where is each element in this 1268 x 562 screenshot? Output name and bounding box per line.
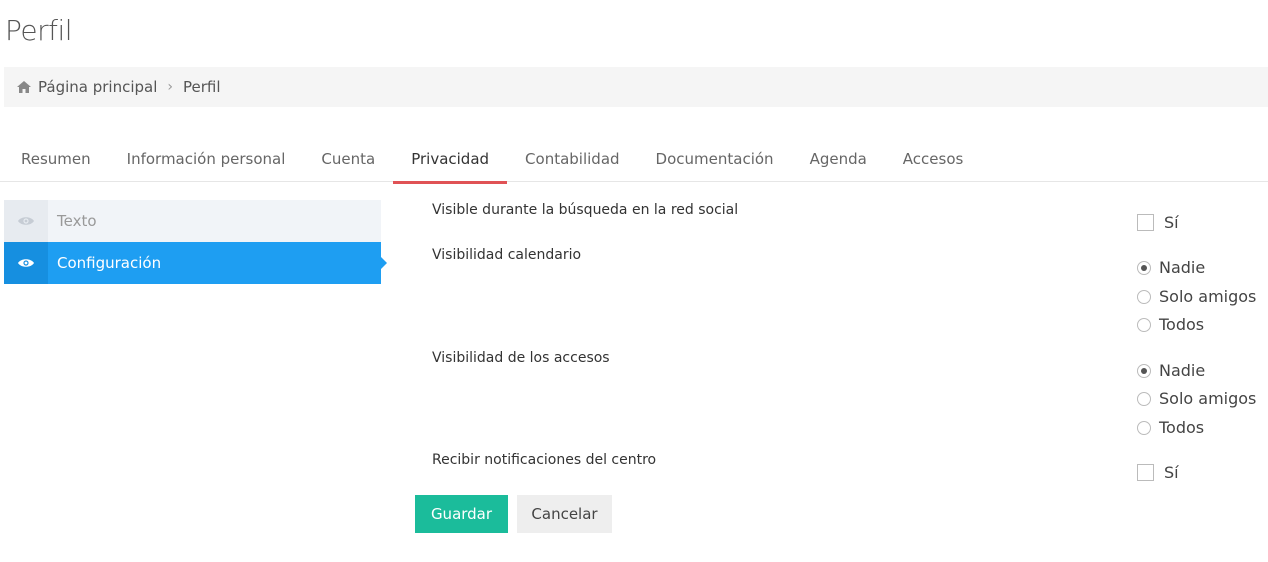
eye-icon [4,242,48,284]
tab-resumen[interactable]: Resumen [0,136,109,182]
chevron-right-icon: › [167,79,173,95]
eye-icon [4,200,48,242]
tab-accesos[interactable]: Accesos [885,136,982,182]
home-icon[interactable] [16,80,32,94]
access-visibility-radio-nadie[interactable]: Nadie [1137,361,1205,380]
sidebar-item-texto[interactable]: Texto [4,200,381,242]
tab-documentacion[interactable]: Documentación [638,136,792,182]
access-visibility-radio-solo-amigos[interactable]: Solo amigos [1137,389,1256,408]
cancel-button[interactable]: Cancelar [517,495,612,533]
sidebar-item-label: Configuración [57,254,162,272]
breadcrumb: Página principal › Perfil [4,67,1268,107]
profile-tabs: Resumen Información personal Cuenta Priv… [0,136,1268,184]
calendar-visibility-radio-todos[interactable]: Todos [1137,315,1204,334]
save-button[interactable]: Guardar [415,495,508,533]
checkbox-box[interactable] [1137,214,1154,231]
tab-privacidad[interactable]: Privacidad [393,136,507,184]
calendar-visibility-label: Visibilidad calendario [432,247,582,263]
checkbox-box[interactable] [1137,464,1154,481]
radio-button[interactable] [1137,363,1151,378]
calendar-visibility-radio-nadie[interactable]: Nadie [1137,258,1205,277]
page-title: Perfil [5,14,73,47]
radio-button[interactable] [1137,289,1151,304]
access-visibility-radio-todos[interactable]: Todos [1137,418,1204,437]
tab-contabilidad[interactable]: Contabilidad [507,136,638,182]
access-visibility-label: Visibilidad de los accesos [432,350,610,366]
sidebar-item-label: Texto [57,212,97,230]
search-visible-label: Visible durante la búsqueda en la red so… [432,202,739,218]
tab-agenda[interactable]: Agenda [792,136,885,182]
breadcrumb-home-link[interactable]: Página principal [38,78,157,96]
breadcrumb-current: Perfil [183,78,221,96]
radio-button[interactable] [1137,391,1151,406]
tab-cuenta[interactable]: Cuenta [303,136,393,182]
radio-button[interactable] [1137,260,1151,275]
center-notifications-checkbox[interactable]: Sí [1137,463,1179,482]
tab-informacion-personal[interactable]: Información personal [109,136,304,182]
radio-button[interactable] [1137,420,1151,435]
center-notifications-label: Recibir notificaciones del centro [432,452,657,468]
calendar-visibility-radio-solo-amigos[interactable]: Solo amigos [1137,287,1256,306]
sidebar-item-configuracion[interactable]: Configuración [4,242,387,284]
search-visible-checkbox[interactable]: Sí [1137,213,1179,232]
privacy-sidenav: Texto Configuración [4,200,387,284]
radio-button[interactable] [1137,317,1151,332]
